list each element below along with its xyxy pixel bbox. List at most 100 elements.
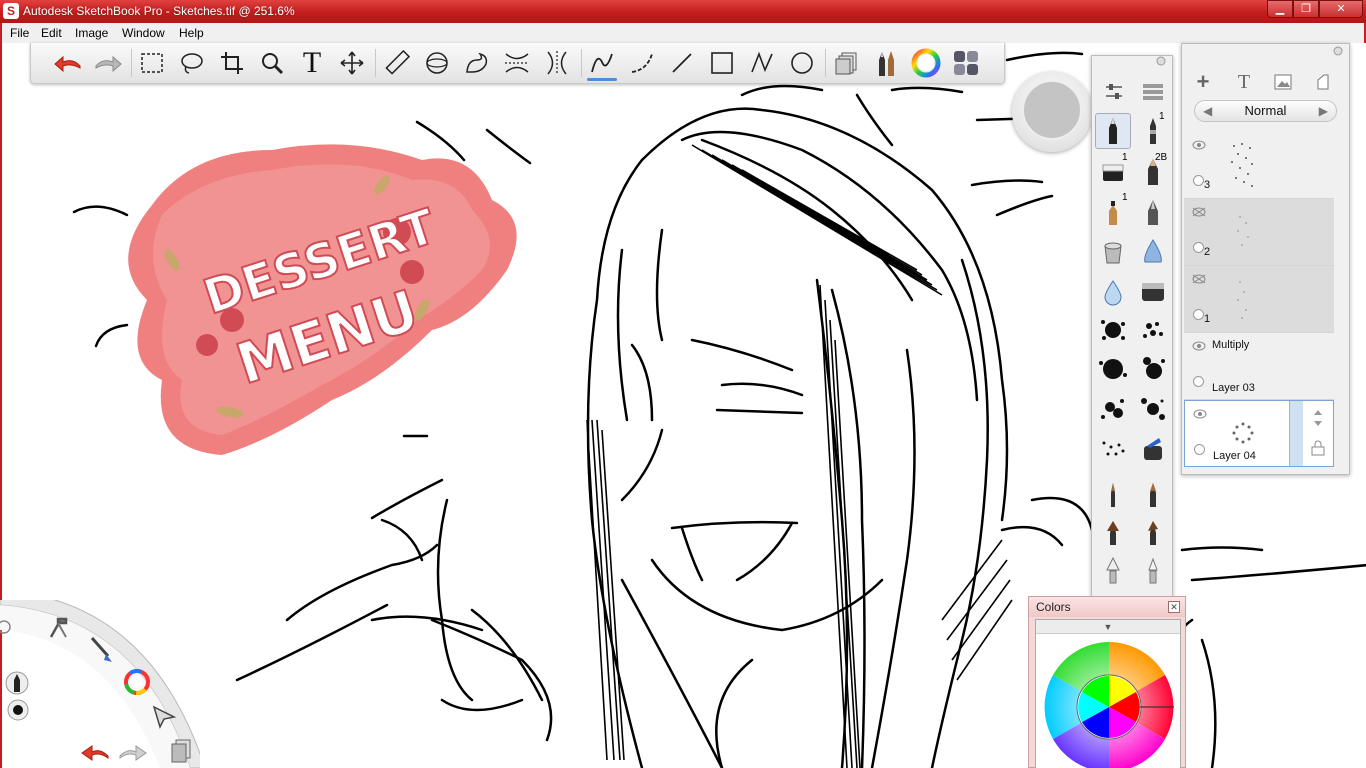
- menu-window[interactable]: Window: [122, 26, 165, 40]
- lagoon-menu: [0, 600, 200, 768]
- layer-select-radio[interactable]: [1193, 376, 1204, 387]
- color-wheel[interactable]: [1042, 640, 1176, 768]
- layer-opacity-slider[interactable]: [1289, 401, 1303, 466]
- brush-splatter-1[interactable]: [1095, 312, 1131, 348]
- brush-sharpen[interactable]: [1135, 274, 1171, 310]
- layer-select-radio[interactable]: [1193, 175, 1204, 186]
- brush-speckle[interactable]: [1095, 431, 1131, 467]
- blend-next-arrow-icon[interactable]: ▶: [1319, 101, 1328, 121]
- eye-icon[interactable]: [1192, 341, 1206, 351]
- minimize-button[interactable]: ▁: [1267, 0, 1293, 18]
- brush-fill-bucket[interactable]: [1095, 234, 1131, 270]
- brush-smudge[interactable]: [1135, 234, 1171, 270]
- text-tool[interactable]: T: [295, 46, 329, 79]
- brush-splatter-4[interactable]: [1135, 351, 1171, 387]
- crop-tool[interactable]: [215, 47, 249, 79]
- color-editor-toggle[interactable]: [909, 47, 943, 79]
- layer-select-radio[interactable]: [1194, 444, 1205, 455]
- brush-paintbrush-2[interactable]: [1135, 476, 1171, 512]
- rectangle-select-tool[interactable]: [135, 47, 169, 79]
- brush-splatter-2[interactable]: [1135, 312, 1171, 348]
- move-tool[interactable]: [335, 47, 369, 79]
- symmetry-x-tool[interactable]: [500, 47, 534, 79]
- eye-hidden-icon[interactable]: [1192, 274, 1206, 284]
- lagoon-undo-icon[interactable]: [81, 745, 109, 761]
- add-text-layer-button[interactable]: T: [1231, 69, 1257, 95]
- brush-blur[interactable]: [1095, 274, 1131, 310]
- layer-move-icon[interactable]: [1307, 407, 1329, 429]
- copic-palettes-toggle[interactable]: [949, 47, 983, 79]
- lagoon-redo-icon[interactable]: [119, 745, 147, 761]
- lock-icon[interactable]: [1309, 439, 1327, 457]
- menu-edit[interactable]: Edit: [41, 26, 62, 40]
- eye-icon[interactable]: [1192, 140, 1206, 150]
- eye-icon[interactable]: [1193, 409, 1207, 419]
- brush-ballpoint-pen[interactable]: 1: [1135, 111, 1171, 149]
- brush-graphite-pencil[interactable]: 2B: [1135, 152, 1171, 190]
- menu-file[interactable]: File: [10, 26, 29, 40]
- brush-paintbrush-1[interactable]: [1095, 476, 1131, 512]
- brush-paintbrush-6[interactable]: [1135, 552, 1171, 588]
- zoom-tool[interactable]: [255, 47, 289, 79]
- brush-paintbrush-5[interactable]: [1095, 552, 1131, 588]
- layer-row-1[interactable]: 1: [1184, 266, 1334, 333]
- layer-editor-toggle[interactable]: [829, 47, 863, 79]
- ruler-tool[interactable]: [380, 47, 414, 79]
- blend-prev-arrow-icon[interactable]: ◀: [1203, 101, 1212, 121]
- collapse-arrow-icon[interactable]: ▼: [1036, 620, 1180, 634]
- brush-library-button[interactable]: [1135, 74, 1171, 110]
- menu-help[interactable]: Help: [179, 26, 204, 40]
- brush-properties-button[interactable]: [1096, 74, 1132, 110]
- color-puck[interactable]: [1012, 72, 1092, 152]
- brush-eraser[interactable]: 1: [1095, 152, 1131, 190]
- app-logo-icon[interactable]: S: [3, 3, 19, 19]
- undo-button[interactable]: [51, 47, 85, 79]
- add-layer-button[interactable]: +: [1190, 69, 1216, 95]
- layer-select-radio[interactable]: [1193, 309, 1204, 320]
- brush-splatter-5[interactable]: [1095, 391, 1131, 427]
- clear-layer-button[interactable]: [1310, 69, 1336, 95]
- eye-hidden-icon[interactable]: [1192, 207, 1206, 217]
- curve-stroke-tool[interactable]: [625, 47, 659, 79]
- blend-mode-selector[interactable]: ◀ Normal ▶: [1194, 100, 1337, 122]
- close-icon[interactable]: ✕: [1168, 601, 1180, 613]
- soft-brush-icon: [1148, 557, 1158, 584]
- lagoon-pencil-icon[interactable]: [5, 671, 29, 695]
- redo-button[interactable]: [91, 47, 125, 79]
- brush-airbrush[interactable]: [1135, 431, 1171, 467]
- menu-image[interactable]: Image: [75, 26, 108, 40]
- layer-row-layer-03[interactable]: Multiply Layer 03: [1184, 333, 1334, 400]
- maximize-button[interactable]: ❐: [1293, 0, 1319, 18]
- close-window-button[interactable]: ✕: [1319, 0, 1363, 18]
- brush-palette-grip[interactable]: [1092, 56, 1172, 66]
- ellipse-guide-tool[interactable]: [420, 47, 454, 79]
- brush-pencil[interactable]: [1095, 113, 1131, 149]
- colors-panel-header[interactable]: Colors ✕: [1029, 597, 1185, 617]
- lasso-select-tool[interactable]: [175, 47, 209, 79]
- add-image-button[interactable]: [1270, 69, 1296, 95]
- rectangle-tool[interactable]: [705, 47, 739, 79]
- layer-row-layer-04[interactable]: Layer 04: [1184, 400, 1334, 467]
- ruler-icon: [385, 50, 410, 75]
- layer-editor-grip[interactable]: [1182, 44, 1349, 56]
- layer-row-3[interactable]: 3: [1184, 132, 1334, 199]
- brush-splatter-3[interactable]: [1095, 351, 1131, 387]
- line-tool[interactable]: [665, 47, 699, 79]
- layer-thumbnail: [1231, 143, 1253, 187]
- layer-select-radio[interactable]: [1193, 242, 1204, 253]
- brush-paintbrush-3[interactable]: [1095, 514, 1131, 550]
- lagoon-color-dot-icon[interactable]: [7, 699, 29, 721]
- circle-tool[interactable]: [785, 47, 819, 79]
- brush-splatter-6[interactable]: [1135, 391, 1171, 427]
- layer-row-2[interactable]: 2: [1184, 199, 1334, 266]
- brush-palette-toggle[interactable]: [869, 47, 903, 79]
- brush-paintbrush-4[interactable]: [1135, 514, 1171, 550]
- symmetry-y-tool[interactable]: [540, 47, 574, 79]
- airbrush-icon: [1144, 438, 1162, 460]
- brush-marker[interactable]: 1: [1095, 192, 1131, 230]
- brush-fountain-pen[interactable]: [1135, 194, 1171, 230]
- freehand-stroke-tool[interactable]: [585, 47, 619, 81]
- french-curve-tool[interactable]: [460, 47, 494, 79]
- polyline-tool[interactable]: [745, 47, 779, 79]
- rectangle-select-icon: [141, 53, 163, 73]
